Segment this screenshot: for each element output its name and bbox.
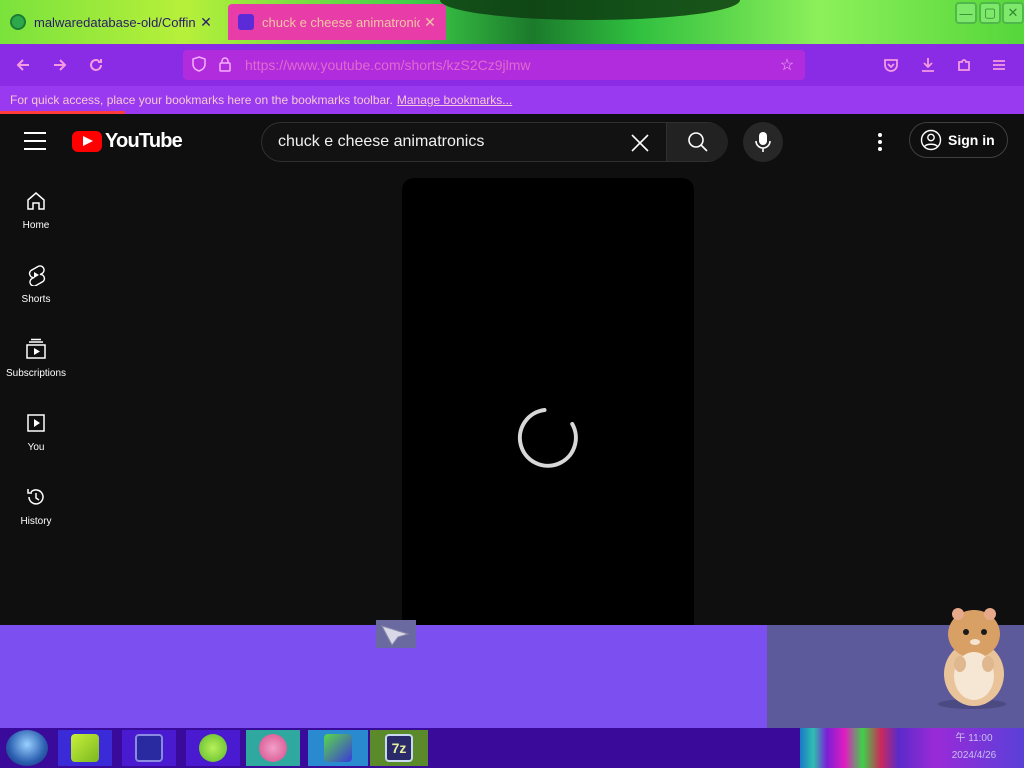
taskbar-app-5[interactable] [308,730,368,766]
taskbar-app-2[interactable] [122,730,176,766]
close-tab-icon[interactable]: ✕ [196,14,216,31]
sidebar-item-shorts[interactable]: Shorts [0,248,72,322]
shorts-icon [28,265,46,286]
close-tab-icon[interactable]: ✕ [420,14,440,31]
hamster-sticker-icon [938,608,1006,709]
tab-malwaredatabase[interactable]: malwaredatabase-old/Coffin32 ✕ [0,4,222,40]
search-box[interactable]: chuck e cheese animatronics [261,122,728,162]
app-icon [199,734,227,762]
sidebar-item-subscriptions[interactable]: Subscriptions [0,322,72,396]
sign-in-button[interactable]: Sign in [909,122,1008,158]
sidebar-item-label: History [20,516,52,527]
clock-date: 2024/4/26 [951,750,997,761]
reload-icon [90,59,102,71]
app-icon [259,734,287,762]
tab-youtube-active[interactable]: chuck e cheese animatronics ✕ [228,4,446,40]
sidebar-item-you[interactable]: You [0,396,72,470]
you-icon [27,414,45,432]
loading-spinner-icon [517,407,578,468]
history-icon [27,489,44,505]
app-icon [71,734,99,762]
forward-arrow-icon [54,59,67,71]
taskbar-app-1[interactable] [58,730,112,766]
taskbar-app-4[interactable] [246,730,300,766]
github-icon [10,14,26,30]
voice-search-button[interactable] [743,122,783,162]
youtube-play-icon [72,131,102,152]
pocket-icon [884,59,898,72]
app-icon [135,734,163,762]
clock-time: 午 11:00 [955,733,993,744]
search-icon [687,132,708,152]
clear-search-icon[interactable] [628,131,652,155]
glitch-artifact [440,0,740,20]
shield-icon[interactable] [189,55,209,75]
taskbar-app-3[interactable] [186,730,240,766]
back-button[interactable] [10,52,36,78]
close-window-icon[interactable]: ✕ [1002,2,1024,24]
bookmark-star-icon[interactable]: ☆ [775,55,799,75]
account-icon [920,129,942,151]
sidebar-item-home[interactable]: Home [0,174,72,248]
app-menu-button[interactable] [986,52,1012,78]
start-button-icon[interactable] [6,730,48,766]
taskbar-clock[interactable]: 午 11:00 2024/4/26 [942,730,1006,766]
bookmarks-toolbar: For quick access, place your bookmarks h… [0,86,1024,114]
browser-tab-bar: malwaredatabase-old/Coffin32 ✕ chuck e c… [0,0,1024,44]
bookmarks-hint: For quick access, place your bookmarks h… [10,93,393,107]
home-icon [27,192,45,210]
microphone-icon [755,132,771,152]
hamburger-menu-icon [993,60,1005,70]
maximize-icon[interactable]: ▢ [979,2,1001,24]
shorts-video-player[interactable] [402,178,694,693]
sidebar-item-label: Subscriptions [5,368,67,379]
back-arrow-icon [16,59,29,71]
youtube-masthead: YouTube chuck e cheese animatronics Sign… [0,114,1024,170]
windows-taskbar: 7z 午 11:00 2024/4/26 [0,728,1024,768]
download-icon [922,58,934,72]
settings-menu-icon[interactable] [870,130,890,154]
forward-button[interactable] [47,52,73,78]
url-text[interactable]: https://www.youtube.com/shorts/kzS2Cz9jl… [245,57,775,73]
subscriptions-icon [26,338,46,359]
extensions-button[interactable] [951,52,977,78]
app-icon [324,734,352,762]
downloads-button[interactable] [915,52,941,78]
sidebar-item-history[interactable]: History [0,470,72,544]
sign-in-label: Sign in [948,132,995,148]
pocket-button[interactable] [878,52,904,78]
reload-button[interactable] [83,52,109,78]
manage-bookmarks-link[interactable]: Manage bookmarks... [397,93,512,107]
minimize-icon[interactable]: — [955,2,977,24]
lock-icon[interactable] [215,56,235,75]
youtube-logo-text: YouTube [105,130,183,152]
search-button[interactable] [666,123,728,161]
sidebar-item-label: Shorts [21,294,51,305]
tab-label: malwaredatabase-old/Coffin32 [34,14,196,30]
7zip-icon: 7z [385,734,413,762]
mini-guide-sidebar: Home Shorts Subscriptions You History [0,170,72,625]
youtube-logo[interactable]: YouTube [72,130,183,153]
guide-menu-icon[interactable] [24,132,46,150]
sidebar-item-label: You [27,442,45,453]
address-bar[interactable]: https://www.youtube.com/shorts/kzS2Cz9jl… [183,50,805,80]
sidebar-item-label: Home [22,220,50,231]
taskbar-app-7zip[interactable]: 7z [370,730,428,766]
mouse-cursor-icon [376,620,416,648]
search-input[interactable]: chuck e cheese animatronics [278,133,484,151]
puzzle-icon [958,59,970,71]
youtube-favicon-icon [238,14,254,30]
tab-label: chuck e cheese animatronics [262,14,420,30]
